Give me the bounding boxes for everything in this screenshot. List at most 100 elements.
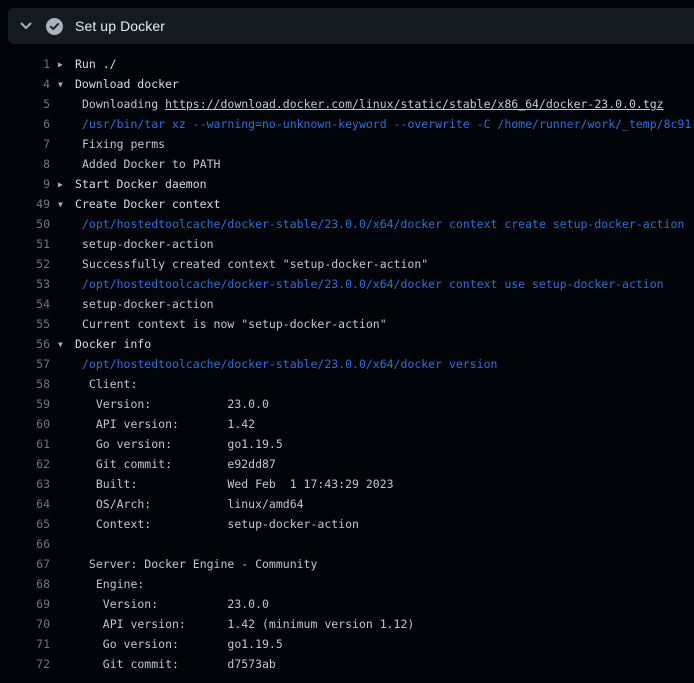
line-number[interactable]: 6: [0, 117, 50, 131]
line-number[interactable]: 56: [0, 337, 50, 351]
log-text: Version: 23.0.0: [75, 597, 694, 611]
log-text: Successfully created context "setup-dock…: [75, 257, 694, 271]
log-row: 63 Built: Wed Feb 1 17:43:29 2023: [0, 474, 694, 494]
log-row: 50/opt/hostedtoolcache/docker-stable/23.…: [0, 214, 694, 234]
log-row: 71 Go version: go1.19.5: [0, 634, 694, 654]
log-text: Context: setup-docker-action: [75, 517, 694, 531]
line-number[interactable]: 53: [0, 277, 50, 291]
line-number[interactable]: 52: [0, 257, 50, 271]
log-text: Version: 23.0.0: [75, 397, 694, 411]
log-row: 61 Go version: go1.19.5: [0, 434, 694, 454]
log-group-row[interactable]: 56▼Docker info: [0, 334, 694, 354]
log-row: 57/opt/hostedtoolcache/docker-stable/23.…: [0, 354, 694, 374]
log-lines: 1▶Run ./4▼Download docker5Downloading ht…: [0, 44, 694, 683]
log-row: 51 setup-docker-action: [0, 234, 694, 254]
log-text: OS/Arch: linux/amd64: [75, 497, 694, 511]
log-group-row[interactable]: 4▼Download docker: [0, 74, 694, 94]
log-text: setup-docker-action: [75, 297, 694, 311]
line-number[interactable]: 68: [0, 577, 50, 591]
chevron-down-icon[interactable]: [18, 18, 34, 34]
log-text: /opt/hostedtoolcache/docker-stable/23.0.…: [75, 277, 694, 291]
line-number[interactable]: 63: [0, 477, 50, 491]
line-number[interactable]: 71: [0, 637, 50, 651]
line-number[interactable]: 8: [0, 157, 50, 171]
log-group-row[interactable]: 49▼Create Docker context: [0, 194, 694, 214]
log-group-row[interactable]: 1▶Run ./: [0, 54, 694, 74]
log-row: 65 Context: setup-docker-action: [0, 514, 694, 534]
log-text: Server: Docker Engine - Community: [75, 557, 694, 571]
line-number[interactable]: 59: [0, 397, 50, 411]
log-text: setup-docker-action: [75, 237, 694, 251]
line-number[interactable]: 50: [0, 217, 50, 231]
line-number[interactable]: 72: [0, 657, 50, 671]
line-number[interactable]: 9: [0, 177, 50, 191]
log-text: Go version: go1.19.5: [75, 637, 694, 651]
actions-log-viewport: Set up Docker 1▶Run ./4▼Download docker5…: [0, 0, 694, 683]
line-number[interactable]: 67: [0, 557, 50, 571]
log-row: 72 Git commit: d7573ab: [0, 654, 694, 674]
log-row: 54 setup-docker-action: [0, 294, 694, 314]
log-row: 52 Successfully created context "setup-do…: [0, 254, 694, 274]
log-row: 64 OS/Arch: linux/amd64: [0, 494, 694, 514]
log-text: Git commit: e92dd87: [75, 457, 694, 471]
log-text: Go version: go1.19.5: [75, 437, 694, 451]
line-number[interactable]: 5: [0, 97, 50, 111]
line-number[interactable]: 57: [0, 357, 50, 371]
line-number[interactable]: 7: [0, 137, 50, 151]
check-circle-icon: [46, 18, 63, 35]
log-row: 6/usr/bin/tar xz --warning=no-unknown-ke…: [0, 114, 694, 134]
line-number[interactable]: 4: [0, 77, 50, 91]
log-row: 59 Version: 23.0.0: [0, 394, 694, 414]
line-number[interactable]: 64: [0, 497, 50, 511]
log-text: API version: 1.42 (minimum version 1.12): [75, 617, 694, 631]
line-number[interactable]: 61: [0, 437, 50, 451]
log-text: Added Docker to PATH: [75, 157, 694, 171]
line-number[interactable]: 49: [0, 197, 50, 211]
triangle-right-icon[interactable]: ▶: [50, 60, 75, 69]
step-header[interactable]: Set up Docker: [8, 8, 694, 44]
log-text: Built: Wed Feb 1 17:43:29 2023: [75, 477, 694, 491]
log-text: /usr/bin/tar xz --warning=no-unknown-key…: [75, 117, 694, 131]
triangle-right-icon[interactable]: ▶: [50, 180, 75, 189]
step-title: Set up Docker: [75, 8, 165, 44]
line-number[interactable]: 60: [0, 417, 50, 431]
log-text: Run ./: [75, 57, 694, 71]
log-row: 66: [0, 534, 694, 554]
triangle-down-icon[interactable]: ▼: [50, 80, 75, 89]
log-link[interactable]: https://download.docker.com/linux/static…: [165, 97, 664, 111]
log-text: Current context is now "setup-docker-act…: [75, 317, 694, 331]
log-text: /opt/hostedtoolcache/docker-stable/23.0.…: [75, 357, 694, 371]
line-number[interactable]: 65: [0, 517, 50, 531]
log-row: 53/opt/hostedtoolcache/docker-stable/23.…: [0, 274, 694, 294]
line-number[interactable]: 69: [0, 597, 50, 611]
log-row: 7 Fixing perms: [0, 134, 694, 154]
log-text: API version: 1.42: [75, 417, 694, 431]
line-number[interactable]: 70: [0, 617, 50, 631]
log-row: 67 Server: Docker Engine - Community: [0, 554, 694, 574]
log-text: Engine:: [75, 577, 694, 591]
log-text: Downloading https://download.docker.com/…: [75, 97, 694, 111]
line-number[interactable]: 66: [0, 537, 50, 551]
triangle-down-icon[interactable]: ▼: [50, 340, 75, 349]
log-text: Start Docker daemon: [75, 177, 694, 191]
log-text: /opt/hostedtoolcache/docker-stable/23.0.…: [75, 217, 694, 231]
line-number[interactable]: 58: [0, 377, 50, 391]
log-text: Download docker: [75, 77, 694, 91]
log-row: 68 Engine:: [0, 574, 694, 594]
log-row: 70 API version: 1.42 (minimum version 1.…: [0, 614, 694, 634]
log-row: 58 Client:: [0, 374, 694, 394]
log-row: 69 Version: 23.0.0: [0, 594, 694, 614]
line-number[interactable]: 54: [0, 297, 50, 311]
line-number[interactable]: 55: [0, 317, 50, 331]
log-row: 62 Git commit: e92dd87: [0, 454, 694, 474]
log-text: Fixing perms: [75, 137, 694, 151]
log-text: Client:: [75, 377, 694, 391]
log-row: 55 Current context is now "setup-docker-a…: [0, 314, 694, 334]
log-group-row[interactable]: 9▶Start Docker daemon: [0, 174, 694, 194]
line-number[interactable]: 51: [0, 237, 50, 251]
line-number[interactable]: 62: [0, 457, 50, 471]
log-text: Git commit: d7573ab: [75, 657, 694, 671]
line-number[interactable]: 1: [0, 57, 50, 71]
triangle-down-icon[interactable]: ▼: [50, 200, 75, 209]
log-row: 5 Downloading https://download.docker.com…: [0, 94, 694, 114]
